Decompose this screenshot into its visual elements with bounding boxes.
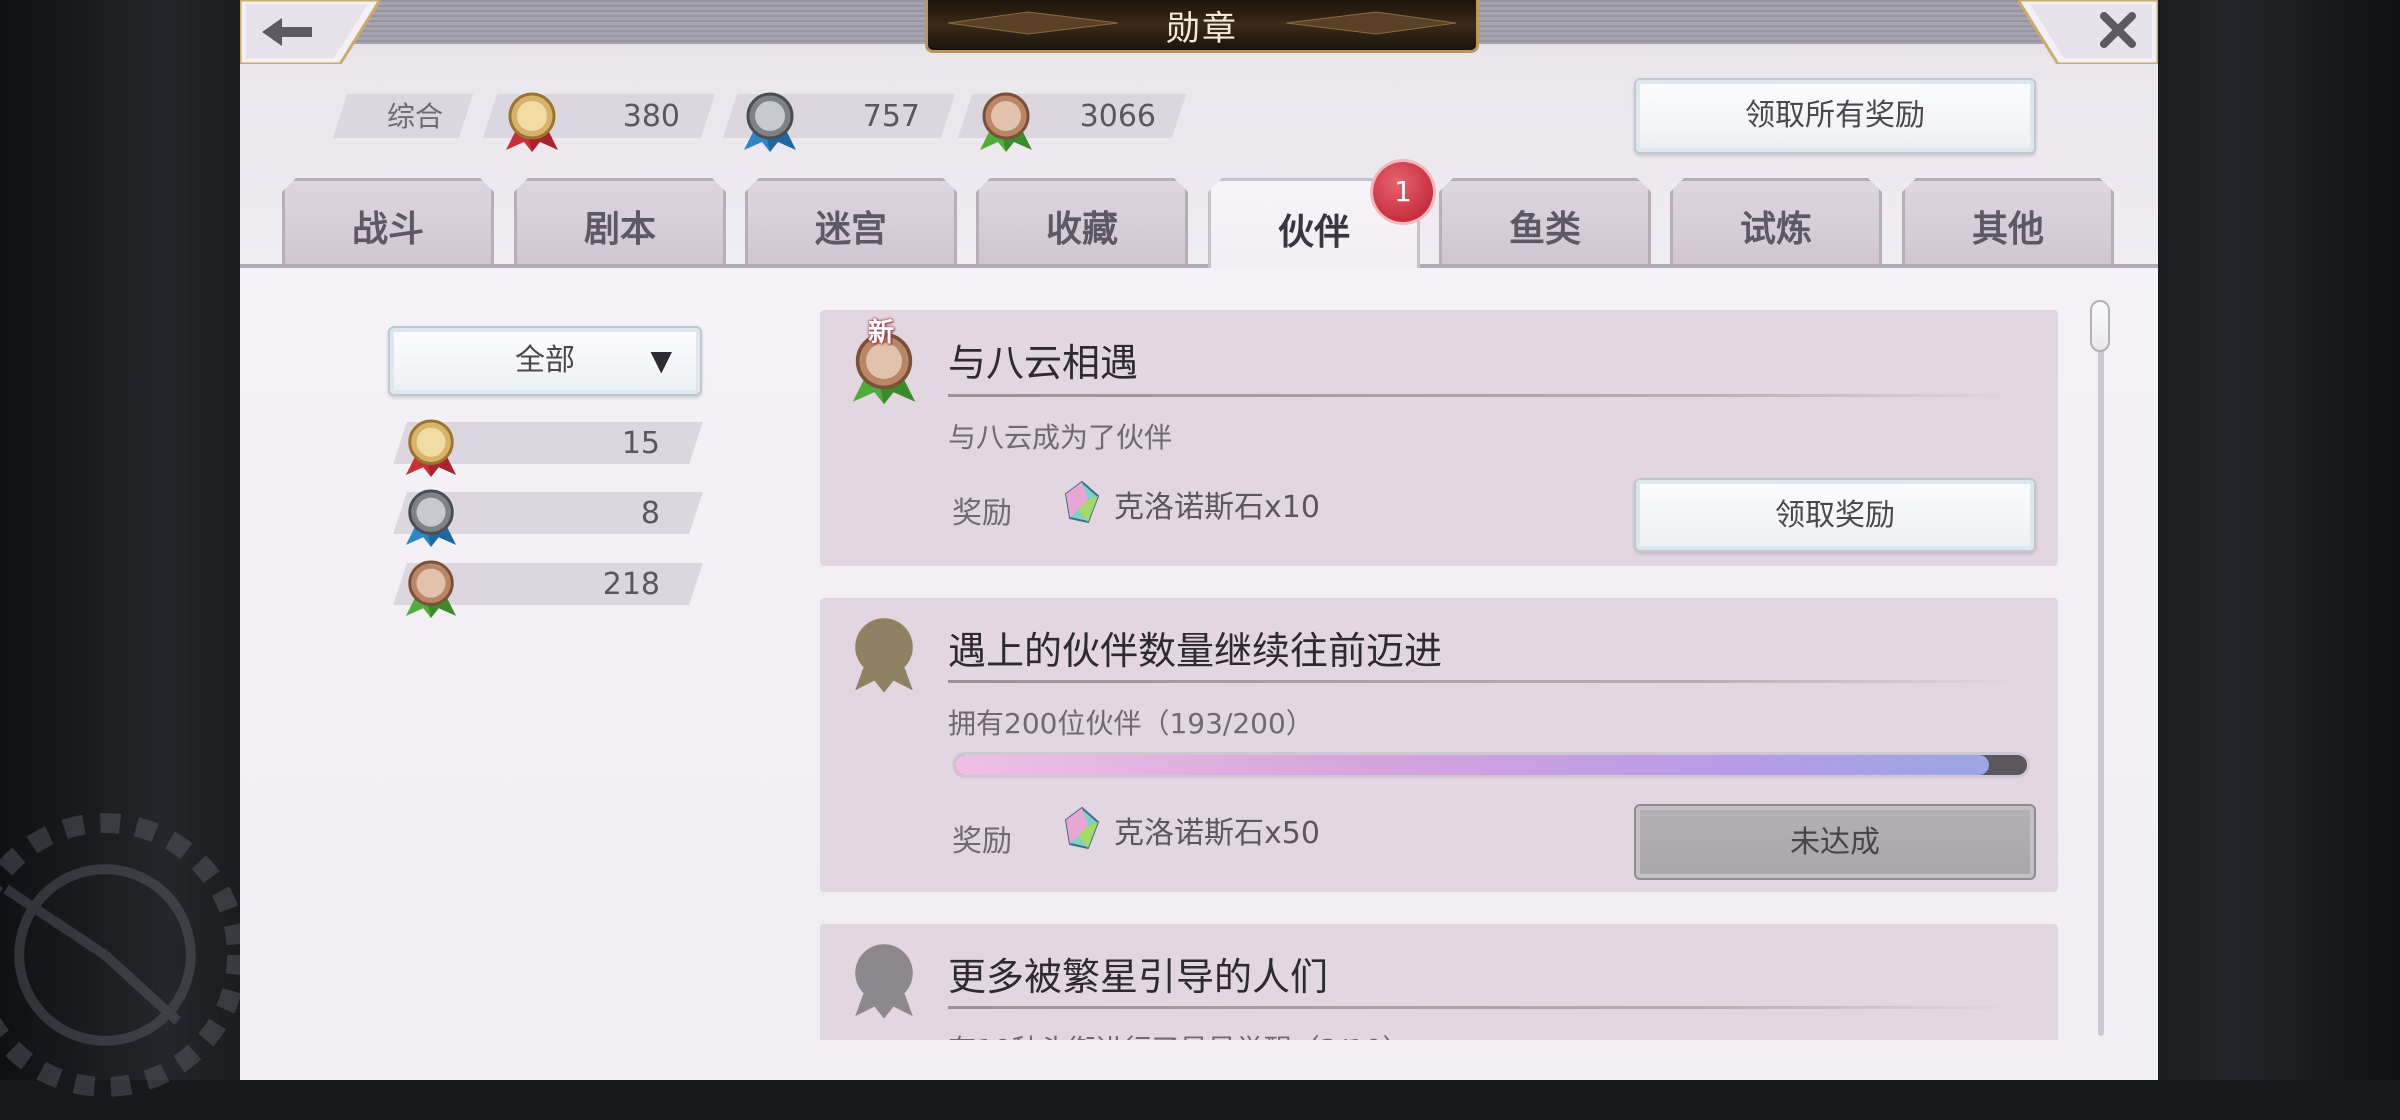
tab-script[interactable]: 剧本: [514, 178, 726, 264]
dropdown-caret-icon: ▼: [650, 344, 672, 377]
filter-selected: 全部: [515, 343, 575, 378]
title-divider: [948, 680, 2018, 683]
reward-text: 克洛诺斯石x50: [1114, 816, 1320, 851]
achievement-title: 与八云相遇: [948, 341, 1139, 385]
tab-collection[interactable]: 收藏: [976, 178, 1188, 264]
medal-gold-icon: [405, 419, 457, 477]
new-label: 新: [868, 318, 895, 348]
claim-all-button[interactable]: 领取所有奖励: [1634, 78, 2036, 154]
scrollbar-track[interactable]: [2098, 306, 2104, 1036]
tab-labyrinth[interactable]: 迷宫: [745, 178, 957, 264]
medal-silver-icon: [744, 92, 796, 152]
filter-dropdown[interactable]: 全部 ▼: [388, 326, 702, 396]
not-achieved-button[interactable]: 未达成: [1634, 804, 2036, 880]
count-silver: 8: [640, 496, 660, 531]
left-backdrop: [0, 0, 247, 1097]
achievement-card: 新 与八云相遇 与八云成为了伙伴 奖励 克洛诺斯石x10 领取奖励: [820, 310, 2058, 566]
tab-trial[interactable]: 试炼: [1670, 178, 1882, 264]
progress-bar: [952, 752, 2030, 778]
back-button[interactable]: [240, 0, 380, 64]
achievement-title: 更多被繁星引导的人们: [948, 955, 1329, 999]
medal-gold-icon: [506, 92, 558, 152]
tab-battle[interactable]: 战斗: [282, 178, 494, 264]
achievement-description: 有10种头衔进行了星星觉醒（3/10）: [948, 1028, 1411, 1040]
locked-medal-icon: [855, 944, 913, 1019]
right-backdrop: [2158, 0, 2400, 1080]
crystal-icon: [1064, 806, 1100, 850]
reward-text: 克洛诺斯石x10: [1114, 490, 1320, 525]
medal-bronze-icon: [405, 560, 457, 618]
crystal-icon: [1064, 480, 1100, 524]
summary-label: 综合: [386, 100, 443, 133]
achievement-description: 拥有200位伙伴（193/200）: [948, 707, 1314, 740]
count-gold: 15: [621, 426, 660, 461]
medal-bronze-icon: [980, 92, 1032, 152]
ornament-icon: [948, 11, 1118, 35]
title-divider: [948, 1006, 2018, 1009]
progress-fill: [955, 755, 1990, 775]
notification-badge: 1: [1373, 162, 1433, 222]
achievement-list[interactable]: 新 与八云相遇 与八云成为了伙伴 奖励 克洛诺斯石x10 领取奖励 遇上的伙伴数…: [820, 310, 2060, 1040]
title-plate: 勋章: [925, 0, 1479, 53]
title-divider: [948, 394, 2018, 397]
reward-label: 奖励: [952, 496, 1012, 531]
summary-gold-count: 380: [622, 99, 680, 134]
clock-gear-decoration: [0, 813, 247, 1097]
ornament-icon: [1286, 11, 1456, 35]
close-icon: [2018, 0, 2158, 64]
achievement-card: 更多被繁星引导的人们 有10种头衔进行了星星觉醒（3/10）: [820, 924, 2058, 1040]
tab-other[interactable]: 其他: [1902, 178, 2114, 264]
medal-panel: 勋章 综合 380 757 3066 领取所有奖励 战斗 剧本 迷宫 收藏 伙伴…: [240, 0, 2158, 1080]
close-button[interactable]: [2018, 0, 2158, 64]
scrollbar-thumb[interactable]: [2090, 300, 2110, 352]
count-bronze: 218: [602, 567, 660, 602]
achievement-description: 与八云成为了伙伴: [948, 421, 1173, 454]
summary-silver-count: 757: [862, 99, 920, 134]
reward-label: 奖励: [952, 824, 1012, 859]
achievement-title: 遇上的伙伴数量继续往前迈进: [948, 629, 1443, 673]
summary-bronze-count: 3066: [1079, 99, 1156, 134]
page-title: 勋章: [1166, 8, 1238, 49]
achievement-card: 遇上的伙伴数量继续往前迈进 拥有200位伙伴（193/200） 奖励 克洛诺斯石…: [820, 598, 2058, 892]
medal-silver-icon: [405, 489, 457, 547]
locked-medal-icon: [855, 618, 913, 693]
tab-fish[interactable]: 鱼类: [1439, 178, 1651, 264]
claim-reward-button[interactable]: 领取奖励: [1634, 478, 2036, 552]
back-arrow-icon: [240, 0, 380, 64]
